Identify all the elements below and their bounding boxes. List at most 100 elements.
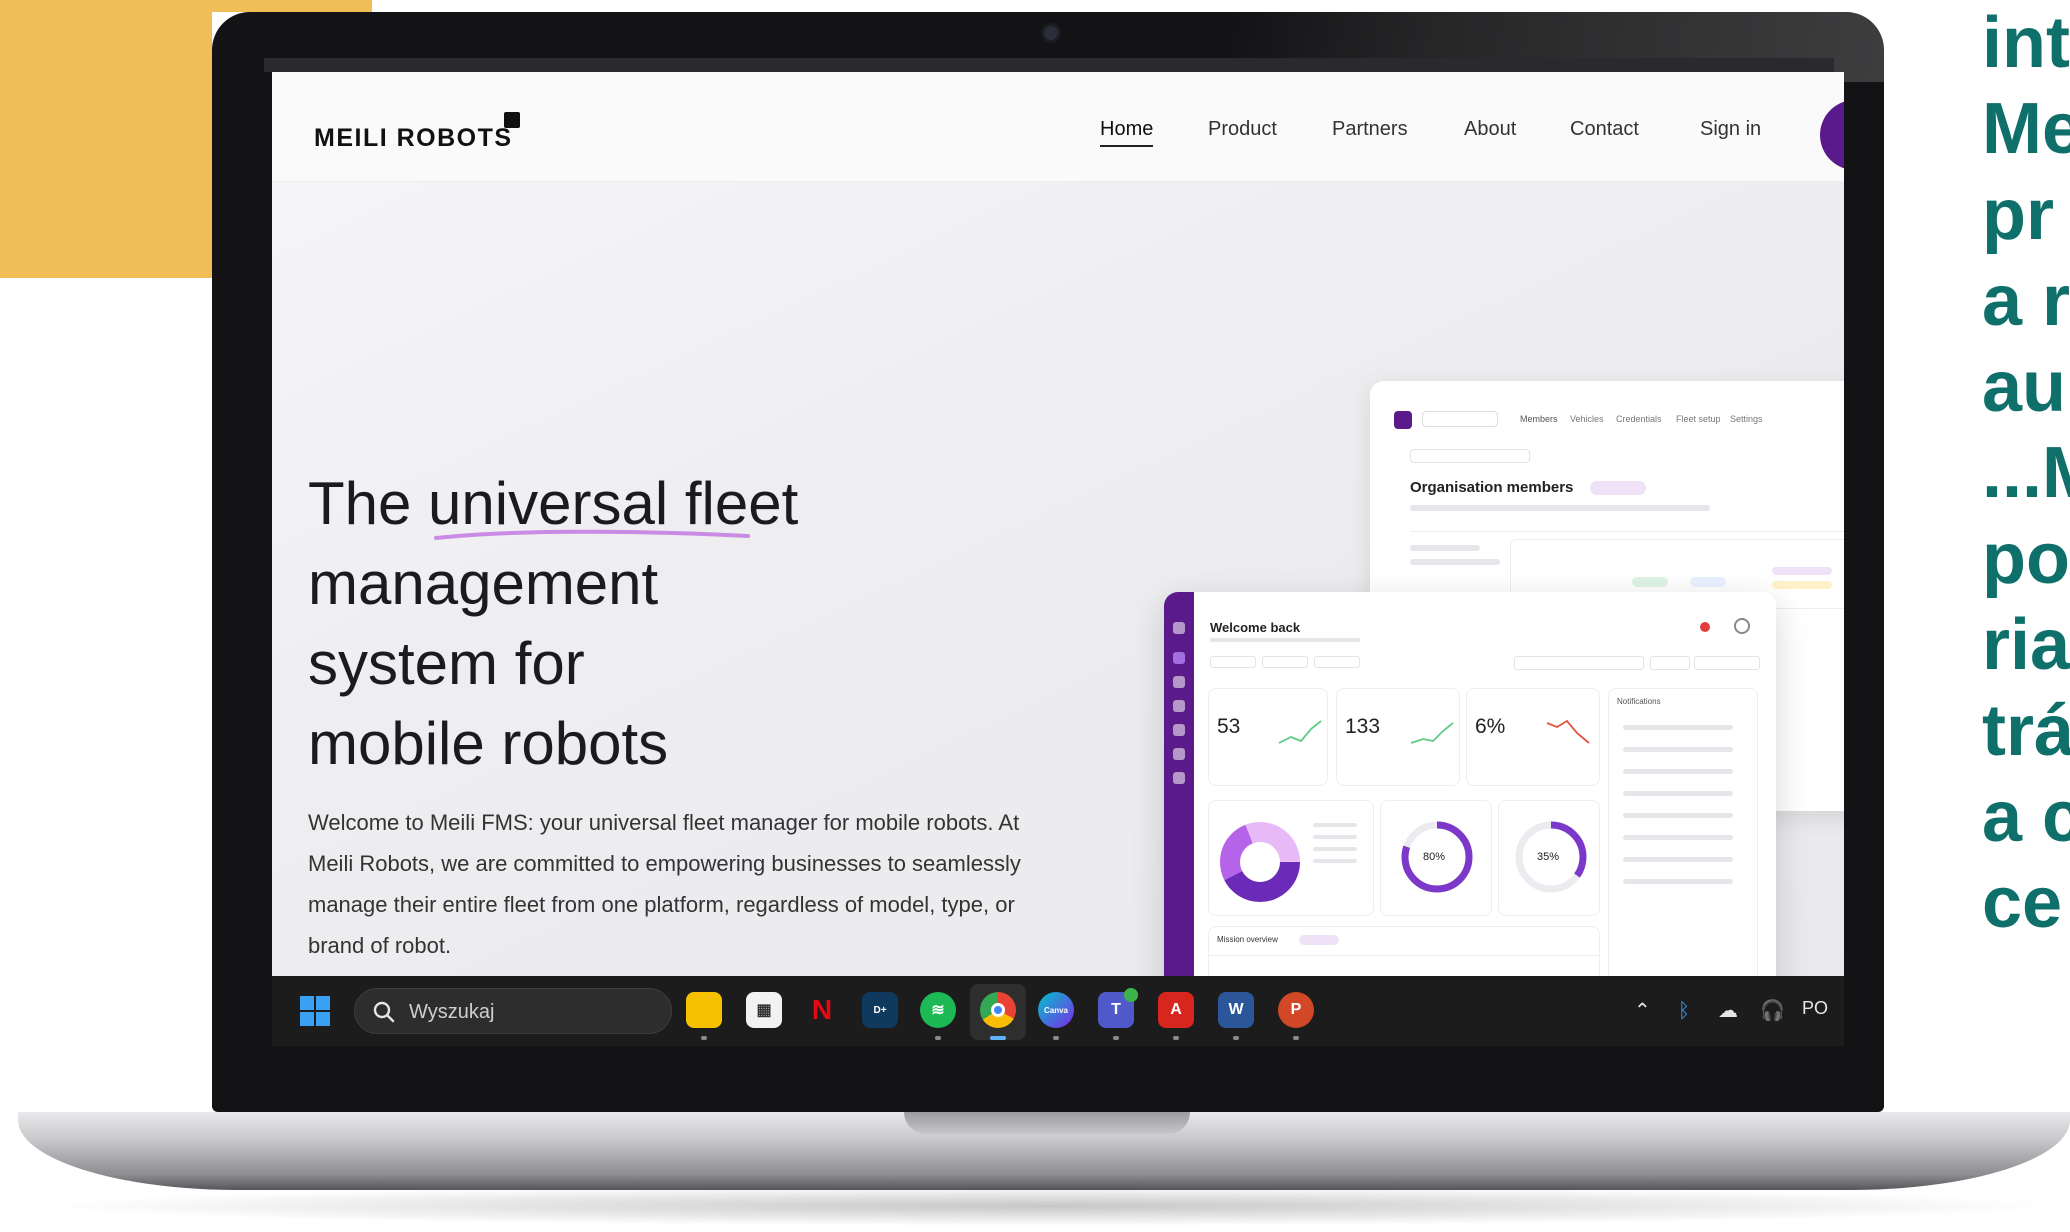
side-text-line: ...M	[1982, 433, 2070, 513]
search-icon	[373, 1001, 395, 1023]
back-subtabs	[1410, 449, 1530, 463]
mission-status-donut	[1220, 822, 1300, 902]
placeholder-line	[1623, 747, 1733, 752]
nav-partners[interactable]: Partners	[1332, 118, 1408, 141]
windows-start-icon[interactable]	[300, 996, 330, 1026]
microsoft-store-icon[interactable]: ▦	[746, 992, 782, 1028]
team-badge	[1772, 581, 1832, 589]
laptop-screen: MEILI ROBOTS Home Product Partners About…	[272, 72, 1844, 1046]
windows-taskbar: Wyszukaj ▦ N D+ ≋ Canva T A W P ⌃ ᛒ ☁ 🎧 …	[272, 976, 1844, 1046]
placeholder-line	[1623, 725, 1733, 730]
back-tab: Settings	[1730, 414, 1763, 424]
status-badge	[1632, 577, 1668, 587]
side-text-line: a r	[1982, 261, 2070, 341]
mission-overview-title: Mission overview	[1217, 935, 1278, 944]
slide: { "website": { "logo": "MEILI ROBOTS", "…	[0, 0, 2070, 1232]
cta-button[interactable]	[1820, 100, 1844, 170]
side-text-line: ce	[1982, 863, 2063, 943]
filter-chip	[1210, 656, 1256, 668]
side-text-line: po	[1982, 519, 2070, 599]
side-text-line: au	[1982, 347, 2067, 427]
powerpoint-icon[interactable]: P	[1278, 992, 1314, 1028]
slide-side-text: int Me pr a r au ...M po ria trá a c ce	[1982, 0, 2070, 946]
divider	[1410, 531, 1844, 532]
active-indicator	[990, 1036, 1006, 1040]
netflix-icon[interactable]: N	[804, 992, 840, 1028]
webcam-icon	[1044, 26, 1058, 40]
spotify-icon[interactable]: ≋	[920, 992, 956, 1028]
notifications-title: Notifications	[1617, 697, 1661, 706]
side-text-line: pr	[1982, 175, 2054, 255]
decorative-yellow-strip	[212, 0, 372, 12]
running-indicator	[1113, 1036, 1119, 1040]
disney-plus-icon[interactable]: D+	[862, 992, 898, 1028]
metric-value: 6%	[1475, 715, 1506, 738]
site-logo[interactable]: MEILI ROBOTS	[314, 124, 513, 153]
missions-badge	[1299, 935, 1339, 945]
hero-title-line: system for	[308, 630, 585, 697]
logo-mark-icon	[504, 112, 520, 128]
nav-product[interactable]: Product	[1208, 118, 1277, 141]
chevron-up-icon[interactable]: ⌃	[1634, 998, 1651, 1022]
sidebar-icon	[1173, 700, 1185, 712]
side-text-line: a c	[1982, 777, 2070, 857]
chrome-icon[interactable]	[980, 992, 1016, 1028]
legend-line	[1313, 835, 1357, 839]
placeholder-line	[1410, 505, 1710, 511]
filter-chip	[1314, 656, 1360, 668]
nav-contact[interactable]: Contact	[1570, 118, 1639, 141]
org-select	[1422, 411, 1498, 427]
sidebar-icon	[1173, 676, 1185, 688]
nav-about[interactable]: About	[1464, 118, 1516, 141]
back-card-title: Organisation members	[1410, 479, 1574, 496]
teams-badge	[1124, 988, 1138, 1002]
side-text-line: int	[1982, 3, 2070, 83]
metric-card: 6%	[1466, 688, 1600, 786]
nav-home[interactable]: Home	[1100, 118, 1154, 147]
placeholder-line	[1623, 835, 1733, 840]
metric-card: 53	[1208, 688, 1328, 786]
hero-description: Welcome to Meili FMS: your universal fle…	[308, 810, 1021, 958]
nav-sign-in[interactable]: Sign in	[1700, 118, 1761, 141]
side-text-line: trá	[1982, 691, 2070, 771]
bluetooth-icon[interactable]: ᛒ	[1678, 998, 1690, 1022]
decorative-yellow-block	[0, 0, 212, 278]
headset-icon[interactable]: 🎧	[1760, 998, 1785, 1022]
placeholder-line	[1623, 791, 1733, 796]
file-explorer-icon[interactable]	[686, 992, 722, 1028]
word-icon[interactable]: W	[1218, 992, 1254, 1028]
alert-icon	[1700, 622, 1710, 632]
side-text-line: ria	[1982, 605, 2070, 685]
hero-underline-decoration	[434, 529, 750, 540]
laptop-notch	[904, 1112, 1190, 1134]
sparkline	[1278, 720, 1322, 744]
laptop-shadow	[30, 1186, 2070, 1226]
legend-line	[1313, 847, 1357, 851]
sparkline	[1546, 719, 1590, 744]
team-badge	[1772, 567, 1832, 575]
mission-status-card	[1208, 800, 1374, 916]
onedrive-icon[interactable]: ☁	[1718, 998, 1738, 1022]
taskbar-search[interactable]: Wyszukaj	[354, 988, 672, 1034]
metric-card: 133	[1336, 688, 1460, 786]
filter-chip	[1262, 656, 1308, 668]
placeholder-line	[1410, 559, 1500, 565]
date-range-select	[1514, 656, 1644, 670]
running-indicator	[1233, 1036, 1239, 1040]
placeholder-line	[1623, 769, 1733, 774]
site-header: MEILI ROBOTS Home Product Partners About…	[272, 72, 1844, 182]
running-indicator	[935, 1036, 941, 1040]
side-text-line: Me	[1982, 89, 2070, 169]
sidebar-icon	[1173, 748, 1185, 760]
divider	[1209, 955, 1601, 956]
back-tab: Fleet setup	[1676, 414, 1721, 424]
screen-bezel	[264, 58, 1834, 72]
running-indicator	[1053, 1036, 1059, 1040]
sidebar-icon	[1173, 622, 1185, 634]
acrobat-icon[interactable]: A	[1158, 992, 1194, 1028]
language-indicator[interactable]: PO	[1802, 998, 1828, 1019]
canva-icon[interactable]: Canva	[1038, 992, 1074, 1028]
sidebar-icon	[1173, 724, 1185, 736]
running-indicator	[1173, 1036, 1179, 1040]
back-tab: Members	[1520, 414, 1558, 424]
